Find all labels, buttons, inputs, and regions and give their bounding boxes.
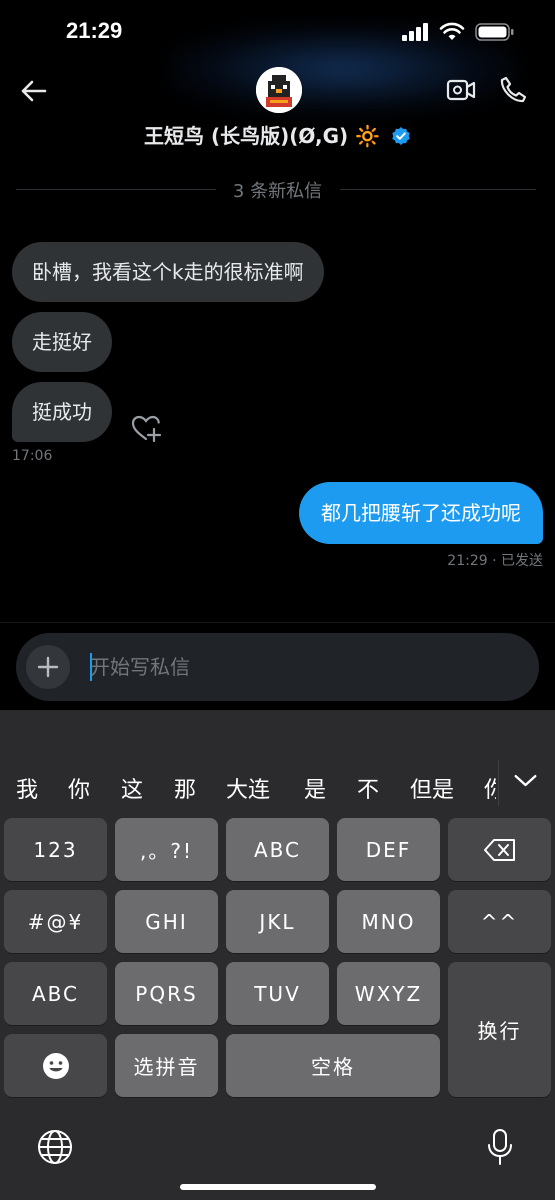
message-status: 21:29 · 已发送 (447, 553, 543, 569)
key-jkl[interactable]: JKL (226, 890, 329, 953)
key-tuv[interactable]: TUV (226, 962, 329, 1025)
key-numbers[interactable]: 123 (4, 818, 107, 881)
message-bubble-incoming[interactable]: 走挺好 (12, 312, 112, 372)
emoji-key[interactable] (4, 1034, 107, 1097)
key-emoticon[interactable]: ^^ (448, 890, 551, 953)
voice-wave-icon[interactable] (488, 651, 520, 683)
heart-plus-icon[interactable] (130, 412, 162, 444)
text-caret (90, 653, 92, 681)
candidate-word[interactable]: 那 (174, 772, 196, 804)
key-pqrs[interactable]: PQRS (115, 962, 218, 1025)
battery-icon (475, 23, 514, 41)
keyboard: 我 你 这 那 大连 是 不 但是 你 123 ,。?! ABC DEF #@¥… (0, 710, 555, 1200)
home-indicator (180, 1184, 376, 1190)
candidate-word[interactable]: 大连 (226, 772, 270, 804)
candidate-bar: 我 你 这 那 大连 是 不 但是 你 (0, 750, 555, 810)
add-media-button[interactable] (26, 645, 70, 689)
phone-icon[interactable] (497, 74, 529, 106)
candidate-word[interactable]: 这 (121, 772, 143, 804)
candidate-word[interactable]: 你 (68, 772, 90, 804)
key-newline[interactable]: 换行 (448, 962, 551, 1097)
key-wxyz[interactable]: WXYZ (337, 962, 440, 1025)
status-time: 21:29 (66, 18, 123, 43)
contact-name[interactable]: 王短鸟 (长鸟版)(Ø,G) 🔆 (0, 120, 555, 149)
candidate-word[interactable]: 不 (357, 772, 379, 804)
message-bubble-outgoing[interactable]: 都几把腰斩了还成功呢 (299, 482, 543, 544)
candidate-word[interactable]: 是 (304, 772, 326, 804)
backspace-key[interactable] (448, 818, 551, 881)
message-bubble-incoming[interactable]: 卧槽，我看这个k走的很标准啊 (12, 242, 324, 302)
candidate-word[interactable]: 但是 (410, 772, 454, 804)
microphone-icon[interactable] (484, 1128, 516, 1166)
wifi-icon (439, 22, 465, 40)
avatar[interactable] (256, 67, 302, 113)
key-mno[interactable]: MNO (337, 890, 440, 953)
verified-badge-icon (392, 127, 410, 145)
message-timestamp: 17:06 (12, 448, 53, 464)
key-select-pinyin[interactable]: 选拼音 (115, 1034, 218, 1097)
key-symbols[interactable]: #@¥ (4, 890, 107, 953)
composer-area (0, 622, 555, 710)
status-bar: 21:29 (0, 0, 555, 114)
key-space[interactable]: 空格 (226, 1034, 440, 1097)
cellular-signal-icon (402, 23, 428, 41)
backspace-icon (483, 838, 515, 861)
back-arrow-icon[interactable] (16, 74, 50, 108)
key-punctuation[interactable]: ,。?! (115, 818, 218, 881)
message-bubble-incoming[interactable]: 挺成功 (12, 382, 112, 442)
candidate-word[interactable]: 你 (484, 772, 496, 804)
globe-icon[interactable] (36, 1128, 74, 1166)
new-messages-divider: 3 条新私信 (0, 176, 555, 202)
plus-icon (37, 656, 59, 678)
message-input[interactable] (90, 647, 470, 687)
status-icons (401, 22, 515, 42)
composer (16, 633, 539, 701)
conversation-header: 王短鸟 (长鸟版)(Ø,G) 🔆 (0, 62, 555, 154)
chevron-down-icon[interactable] (498, 760, 552, 806)
key-abc[interactable]: ABC (226, 818, 329, 881)
key-english[interactable]: ABC (4, 962, 107, 1025)
new-messages-label: 3 条新私信 (0, 177, 555, 203)
contact-name-text: 王短鸟 (长鸟版)(Ø,G) 🔆 (144, 124, 380, 148)
video-call-icon[interactable] (445, 74, 477, 106)
avatar-image (256, 67, 302, 113)
key-def[interactable]: DEF (337, 818, 440, 881)
emoji-icon (42, 1052, 69, 1079)
candidate-word[interactable]: 我 (16, 772, 38, 804)
key-ghi[interactable]: GHI (115, 890, 218, 953)
